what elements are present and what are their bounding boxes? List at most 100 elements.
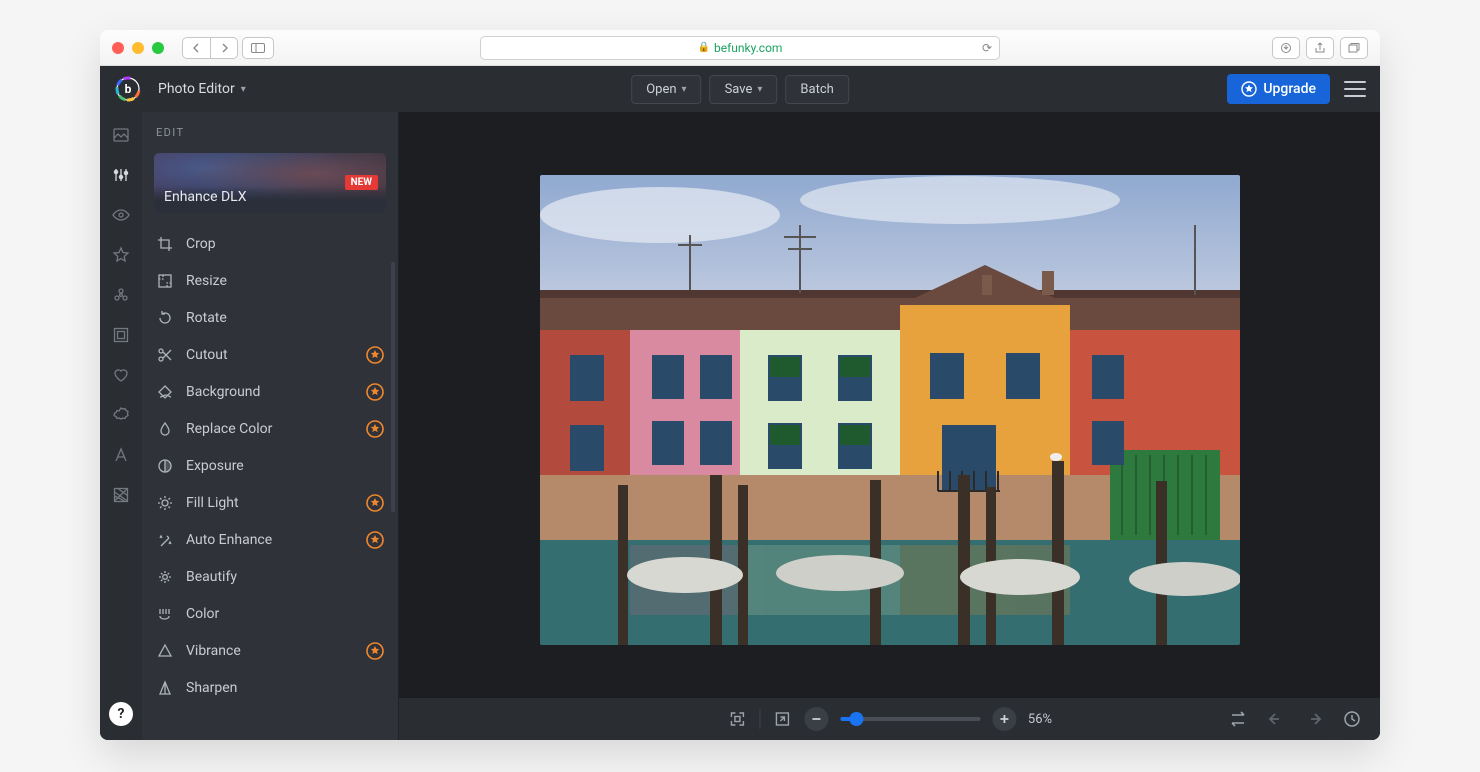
forward-button[interactable] (210, 37, 238, 59)
replace-color-icon (156, 420, 174, 438)
zoom-slider-knob[interactable] (850, 712, 864, 726)
tool-cutout[interactable]: Cutout (142, 336, 398, 373)
svg-text:b: b (125, 82, 132, 96)
sidebar-toggle-icon[interactable] (242, 37, 274, 59)
fit-screen-icon[interactable] (727, 709, 747, 729)
tool-label: Exposure (186, 458, 244, 474)
rail-star-icon[interactable] (110, 244, 132, 266)
save-button[interactable]: Save▾ (710, 75, 778, 104)
cutout-icon (156, 346, 174, 364)
background-icon (156, 383, 174, 401)
divider (759, 709, 760, 729)
maximize-window-icon[interactable] (152, 42, 164, 54)
star-badge-icon (1241, 81, 1257, 97)
premium-star-icon (366, 383, 384, 401)
tool-resize[interactable]: Resize (142, 262, 398, 299)
tool-background[interactable]: Background (142, 373, 398, 410)
tool-sharpen[interactable]: Sharpen (142, 669, 398, 706)
close-window-icon[interactable] (112, 42, 124, 54)
color-icon (156, 605, 174, 623)
app-body: ? EDIT Enhance DLX NEW CropResizeRotateC… (100, 112, 1380, 740)
left-rail: ? (100, 112, 142, 740)
share-icon[interactable] (1306, 37, 1334, 59)
rail-sliders-icon[interactable] (110, 164, 132, 186)
chevron-down-icon: ▾ (241, 84, 246, 95)
rotate-icon (156, 309, 174, 327)
rail-frame-icon[interactable] (110, 324, 132, 346)
zoom-slider[interactable] (840, 717, 980, 721)
zoom-out-button[interactable] (804, 707, 828, 731)
resize-icon (156, 272, 174, 290)
actual-size-icon[interactable] (772, 709, 792, 729)
tool-label: Fill Light (186, 495, 239, 511)
artwork-image (540, 175, 1240, 645)
tool-label: Vibrance (186, 643, 241, 659)
premium-star-icon (366, 494, 384, 512)
refresh-icon[interactable]: ⟳ (982, 41, 992, 55)
upgrade-button[interactable]: Upgrade (1227, 74, 1330, 104)
rail-badge-icon[interactable] (110, 404, 132, 426)
beautify-icon (156, 568, 174, 586)
help-button[interactable]: ? (109, 702, 133, 726)
feature-enhance-dlx[interactable]: Enhance DLX NEW (154, 153, 386, 213)
scrollbar[interactable] (391, 262, 395, 512)
tool-label: Background (186, 384, 260, 400)
bottom-bar: 56% (399, 698, 1380, 740)
tool-label: Crop (186, 236, 216, 252)
compare-icon[interactable] (1228, 709, 1248, 729)
tool-crop[interactable]: Crop (142, 225, 398, 262)
tool-label: Cutout (186, 347, 228, 363)
batch-button[interactable]: Batch (785, 75, 848, 104)
rail-shapes-icon[interactable] (110, 284, 132, 306)
tool-label: Replace Color (186, 421, 272, 437)
rail-eye-icon[interactable] (110, 204, 132, 226)
tool-exposure[interactable]: Exposure (142, 447, 398, 484)
brand-logo-icon[interactable]: b (114, 75, 142, 103)
tool-label: Beautify (186, 569, 237, 585)
tool-color[interactable]: Color (142, 595, 398, 632)
downloads-icon[interactable] (1272, 37, 1300, 59)
zoom-in-button[interactable] (992, 707, 1016, 731)
tool-beautify[interactable]: Beautify (142, 558, 398, 595)
top-center-actions: Open▾ Save▾ Batch (631, 75, 849, 104)
tool-replace-color[interactable]: Replace Color (142, 410, 398, 447)
app-topbar: b Photo Editor ▾ Open▾ Save▾ Batch Upgra… (100, 66, 1380, 112)
zoom-percent: 56% (1028, 712, 1052, 727)
premium-star-icon (366, 531, 384, 549)
rail-image-icon[interactable] (110, 124, 132, 146)
browser-right-icons (1272, 37, 1368, 59)
menu-icon[interactable] (1344, 81, 1366, 97)
vibrance-icon (156, 642, 174, 660)
tool-list[interactable]: Crop Resize Rotate Cutout Background Replace … (142, 223, 398, 740)
redo-icon[interactable] (1304, 709, 1324, 729)
feature-label: Enhance DLX (164, 189, 246, 205)
open-button[interactable]: Open▾ (631, 75, 701, 104)
tool-rotate[interactable]: Rotate (142, 299, 398, 336)
chevron-down-icon: ▾ (682, 84, 687, 95)
premium-star-icon (366, 346, 384, 364)
rail-texture-icon[interactable] (110, 484, 132, 506)
tool-label: Sharpen (186, 680, 237, 696)
chevron-down-icon: ▾ (757, 84, 762, 95)
mode-selector[interactable]: Photo Editor ▾ (158, 81, 246, 97)
back-button[interactable] (182, 37, 210, 59)
url-bar[interactable]: 🔒 befunky.com ⟳ (480, 36, 1000, 60)
rail-text-icon[interactable] (110, 444, 132, 466)
rail-heart-icon[interactable] (110, 364, 132, 386)
minimize-window-icon[interactable] (132, 42, 144, 54)
history-icon[interactable] (1342, 709, 1362, 729)
tool-label: Auto Enhance (186, 532, 272, 548)
titlebar: 🔒 befunky.com ⟳ (100, 30, 1380, 66)
undo-icon[interactable] (1266, 709, 1286, 729)
tool-label: Color (186, 606, 219, 622)
url-text: befunky.com (714, 41, 782, 55)
canvas-area: 56% (399, 112, 1380, 740)
tabs-icon[interactable] (1340, 37, 1368, 59)
exposure-icon (156, 457, 174, 475)
tool-fill-light[interactable]: Fill Light (142, 484, 398, 521)
tool-vibrance[interactable]: Vibrance (142, 632, 398, 669)
tool-auto-enhance[interactable]: Auto Enhance (142, 521, 398, 558)
fill-light-icon (156, 494, 174, 512)
tool-label: Resize (186, 273, 227, 289)
canvas-stage[interactable] (399, 112, 1380, 698)
